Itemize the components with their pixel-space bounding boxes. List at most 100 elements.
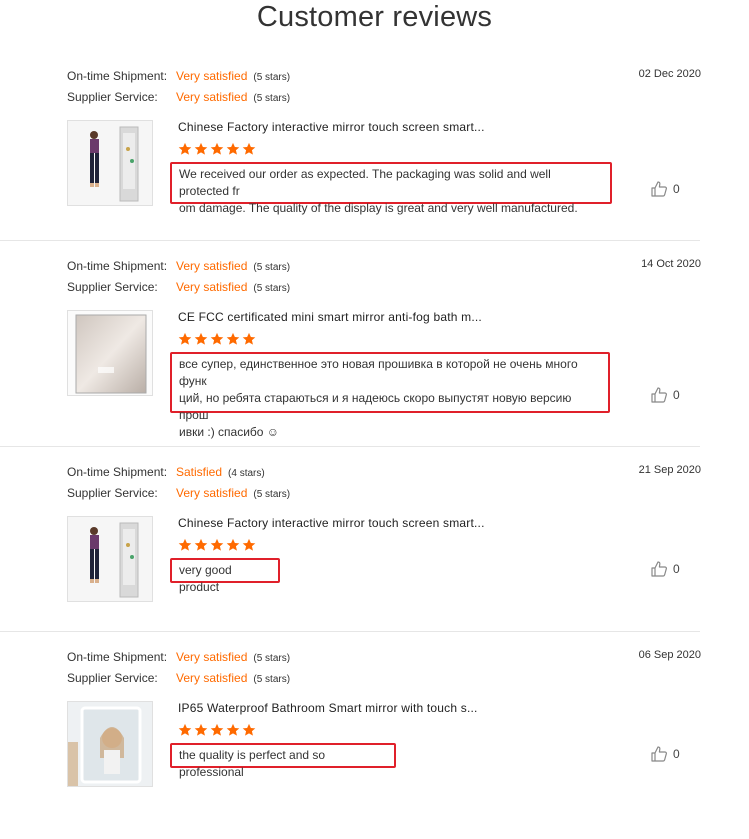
divider	[0, 446, 700, 447]
star-icon	[210, 332, 224, 345]
supplier-rating-row: Supplier Service: Very satisfied (5 stars)	[67, 89, 290, 105]
page-title: Customer reviews	[256, 1, 493, 33]
review-date: 21 Sep 2020	[638, 464, 701, 476]
star-icon	[242, 142, 256, 155]
like-count: 0	[673, 388, 680, 402]
supplier-stars-count: (5 stars)	[253, 93, 291, 104]
supplier-rating-row: Supplier Service: Very satisfied (5 stars)	[67, 670, 290, 686]
product-thumbnail[interactable]	[67, 310, 153, 396]
review-date: 02 Dec 2020	[638, 68, 701, 80]
comment-line: the quality is perfect and so profession…	[179, 748, 326, 779]
like-button[interactable]: 0	[651, 746, 680, 762]
comment-line: We received our order as expected. The p…	[179, 167, 551, 198]
star-icon	[194, 142, 208, 155]
review-item: On-time Shipment: Very satisfied (5 stars)…	[0, 68, 749, 258]
divider	[0, 240, 700, 241]
star-icon	[178, 332, 192, 345]
shipment-rating-row: On-time Shipment: Satisfied (4 stars)	[67, 464, 265, 480]
supplier-rating-row: Supplier Service: Very satisfied (5 stars)	[67, 279, 290, 295]
shipment-stars-count: (5 stars)	[253, 262, 291, 273]
supplier-label: Supplier Service:	[67, 280, 158, 294]
review-item: On-time Shipment: Very satisfied (5 stars)…	[0, 258, 749, 448]
review-item: On-time Shipment: Very satisfied (5 stars)…	[0, 649, 749, 839]
supplier-stars-count: (5 stars)	[253, 674, 291, 685]
like-button[interactable]: 0	[651, 387, 680, 403]
shipment-rating: Very satisfied	[176, 650, 248, 664]
supplier-label: Supplier Service:	[67, 90, 158, 104]
supplier-label: Supplier Service:	[67, 486, 158, 500]
star-icon	[242, 538, 256, 551]
shipment-rating: Satisfied	[176, 465, 223, 479]
product-title[interactable]: Chinese Factory interactive mirror touch…	[178, 120, 485, 134]
thumbs-up-icon	[651, 746, 667, 762]
shipment-label: On-time Shipment:	[67, 465, 168, 479]
star-icon	[226, 332, 240, 345]
product-thumbnail[interactable]	[67, 120, 153, 206]
review-stars	[178, 332, 256, 346]
review-comment: We received our order as expected. The p…	[170, 162, 612, 215]
comment-line: very good product	[179, 563, 232, 594]
shipment-rating: Very satisfied	[176, 69, 248, 83]
review-comment: very good product	[170, 558, 280, 594]
bathroom-mirror-image	[68, 702, 152, 786]
review-item: On-time Shipment: Satisfied (4 stars) Supp…	[0, 464, 749, 654]
supplier-rating-row: Supplier Service: Very satisfied (5 stars)	[67, 485, 290, 501]
star-icon	[242, 332, 256, 345]
review-stars	[178, 538, 256, 552]
supplier-rating: Very satisfied	[176, 486, 248, 500]
shipment-label: On-time Shipment:	[67, 259, 168, 273]
star-icon	[178, 142, 192, 155]
product-title[interactable]: Chinese Factory interactive mirror touch…	[178, 516, 485, 530]
star-icon	[226, 538, 240, 551]
star-icon	[194, 538, 208, 551]
star-icon	[226, 723, 240, 736]
thumbs-up-icon	[651, 561, 667, 577]
review-comment: все супер, единственное это новая прошив…	[170, 352, 610, 439]
comment-line: ций, но ребята стараються и я надеюсь ск…	[179, 391, 572, 422]
star-icon	[194, 723, 208, 736]
review-stars	[178, 142, 256, 156]
like-count: 0	[673, 562, 680, 576]
like-button[interactable]: 0	[651, 561, 680, 577]
woman-mirror-image	[68, 121, 152, 205]
product-title[interactable]: CE FCC certificated mini smart mirror an…	[178, 310, 482, 324]
supplier-stars-count: (5 stars)	[253, 283, 291, 294]
like-count: 0	[673, 182, 680, 196]
star-icon	[242, 723, 256, 736]
star-icon	[210, 142, 224, 155]
thumbs-up-icon	[651, 181, 667, 197]
comment-line: ивки :) спасибо ☺	[179, 425, 280, 439]
woman-mirror-image	[68, 517, 152, 601]
shipment-rating-row: On-time Shipment: Very satisfied (5 stars)	[67, 68, 290, 84]
product-thumbnail[interactable]	[67, 701, 153, 787]
star-icon	[194, 332, 208, 345]
star-icon	[178, 538, 192, 551]
product-thumbnail[interactable]	[67, 516, 153, 602]
review-date: 14 Oct 2020	[641, 258, 701, 270]
comment-line: om damage. The quality of the display is…	[179, 201, 578, 215]
supplier-stars-count: (5 stars)	[253, 489, 291, 500]
review-stars	[178, 723, 256, 737]
divider	[0, 631, 700, 632]
star-icon	[210, 538, 224, 551]
shipment-rating-row: On-time Shipment: Very satisfied (5 stars)	[67, 649, 290, 665]
product-title[interactable]: IP65 Waterproof Bathroom Smart mirror wi…	[178, 701, 478, 715]
shipment-label: On-time Shipment:	[67, 69, 168, 83]
supplier-rating: Very satisfied	[176, 280, 248, 294]
star-icon	[178, 723, 192, 736]
review-comment: the quality is perfect and so profession…	[170, 743, 396, 779]
shipment-rating-row: On-time Shipment: Very satisfied (5 stars)	[67, 258, 290, 274]
like-count: 0	[673, 747, 680, 761]
supplier-rating: Very satisfied	[176, 90, 248, 104]
shipment-stars-count: (4 stars)	[228, 468, 265, 479]
like-button[interactable]: 0	[651, 181, 680, 197]
review-date: 06 Sep 2020	[638, 649, 701, 661]
thumbs-up-icon	[651, 387, 667, 403]
comment-line: все супер, единственное это новая прошив…	[179, 357, 578, 388]
supplier-rating: Very satisfied	[176, 671, 248, 685]
star-icon	[210, 723, 224, 736]
mini-mirror-image	[68, 311, 152, 395]
supplier-label: Supplier Service:	[67, 671, 158, 685]
shipment-rating: Very satisfied	[176, 259, 248, 273]
shipment-stars-count: (5 stars)	[253, 653, 291, 664]
